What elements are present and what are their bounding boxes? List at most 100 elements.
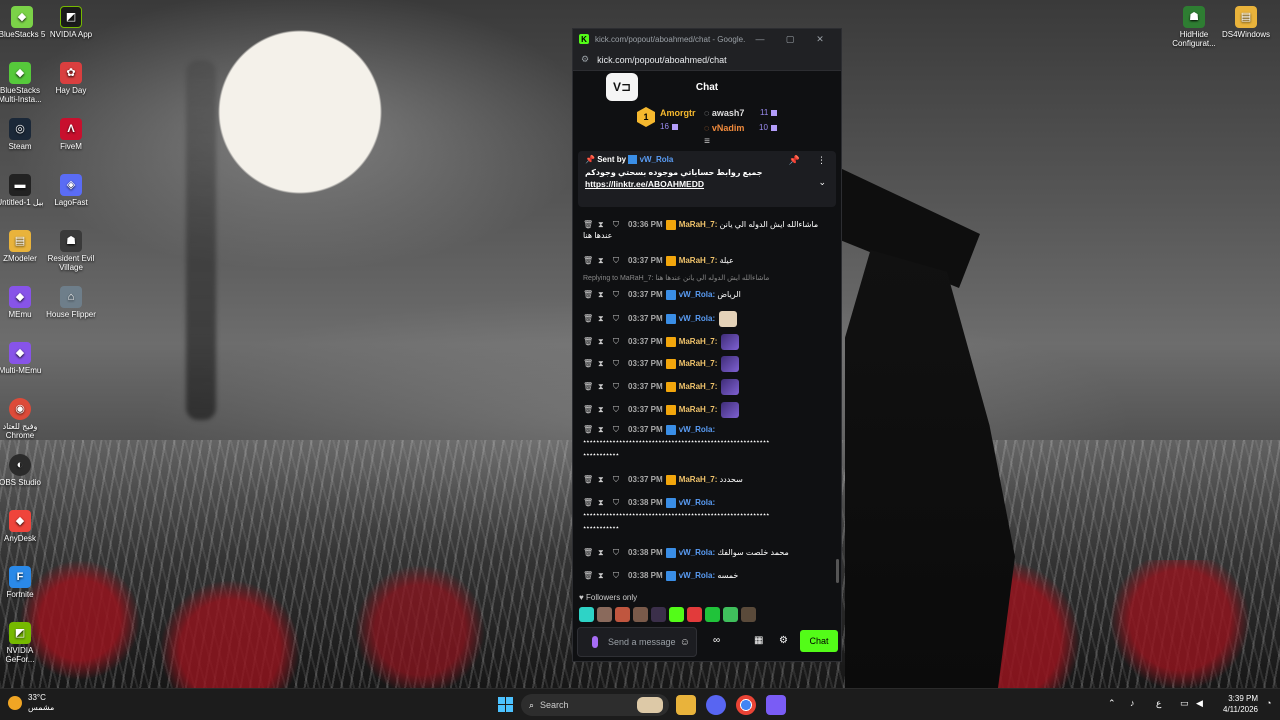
message-username[interactable]: vW_Rola <box>679 290 713 299</box>
desktop-icon-zmodeler[interactable]: ▤ ZModeler <box>0 230 48 263</box>
emote-icon[interactable] <box>651 607 666 622</box>
pin-icon[interactable]: 📌 <box>789 155 800 166</box>
desktop-icon-memu[interactable]: ◆ MEmu <box>0 286 48 319</box>
message-username[interactable]: MaRaH_7 <box>679 220 715 229</box>
discord-icon[interactable] <box>706 695 726 715</box>
ban-icon[interactable]: ⛉ <box>613 404 623 415</box>
desktop-icon-bluestacks-multi[interactable]: ◆ BlueStacks Multi-Insta... <box>0 62 48 104</box>
ban-icon[interactable]: ⛉ <box>613 313 623 324</box>
ban-icon[interactable]: ⛉ <box>613 336 623 347</box>
delete-icon[interactable]: 🗑 <box>583 289 593 300</box>
desktop-icon-fivem[interactable]: Λ FiveM <box>43 118 99 151</box>
timeout-icon[interactable]: ⧗ <box>598 424 608 435</box>
desktop-icon-lagofast[interactable]: ◈ LagoFast <box>43 174 99 207</box>
volume-icon[interactable]: ◀ <box>1196 698 1203 709</box>
timeout-icon[interactable]: ⧗ <box>598 219 608 230</box>
desktop-icon-fortnite[interactable]: F Fortnite <box>0 566 48 599</box>
minimize-button[interactable]: — <box>745 34 775 44</box>
maximize-button[interactable]: ▢ <box>775 34 805 45</box>
ban-icon[interactable]: ⛉ <box>613 424 623 435</box>
ban-icon[interactable]: ⛉ <box>613 219 623 230</box>
site-info-icon[interactable]: ⚙ <box>581 54 589 65</box>
infinity-icon[interactable]: ∞ <box>713 635 720 646</box>
emoji-picker-icon[interactable]: ☺ <box>680 637 690 648</box>
taskbar-search[interactable]: ⌕ Search <box>521 694 669 716</box>
timeout-icon[interactable]: ⧗ <box>598 381 608 392</box>
emote-icon[interactable] <box>597 607 612 622</box>
timeout-icon[interactable]: ⧗ <box>598 358 608 369</box>
emote-icon[interactable] <box>633 607 648 622</box>
ban-icon[interactable]: ⛉ <box>613 547 623 558</box>
desktop-icon-obs[interactable]: ◐ OBS Studio <box>0 454 48 487</box>
taskbar-clock[interactable]: 3:39 PM 4/11/2026 <box>1223 693 1258 715</box>
message-composer[interactable]: Send a message ☺ <box>577 627 697 657</box>
emote-icon[interactable] <box>723 607 738 622</box>
message-username[interactable]: vW_Rola <box>679 548 713 557</box>
message-username[interactable]: MaRaH_7 <box>679 405 715 414</box>
desktop-icon-ds4windows[interactable]: ▤ DS4Windows <box>1218 6 1274 39</box>
ban-icon[interactable]: ⛉ <box>613 289 623 300</box>
language-indicator[interactable]: ع <box>1156 698 1161 709</box>
purple-emote-icon[interactable] <box>721 356 740 372</box>
delete-icon[interactable]: 🗑 <box>583 219 593 230</box>
channel-logo[interactable]: V⊐ <box>606 73 638 101</box>
windows-start-icon[interactable] <box>498 697 513 712</box>
emote-icon[interactable] <box>579 607 594 622</box>
store-icon[interactable]: ▦ <box>754 635 763 646</box>
tray-overflow-icon[interactable]: ⌃ <box>1108 698 1116 709</box>
message-username[interactable]: MaRaH_7 <box>679 475 715 484</box>
delete-icon[interactable]: 🗑 <box>583 404 593 415</box>
settings-gear-icon[interactable]: ⚙ <box>779 635 788 646</box>
pinned-username[interactable]: vW_Rola <box>640 155 674 164</box>
desktop-icon-hidhide[interactable]: ☗ HidHide Configurat... <box>1166 6 1222 48</box>
message-input[interactable]: Send a message <box>608 637 680 647</box>
file-explorer-icon[interactable] <box>676 695 696 715</box>
delete-icon[interactable]: 🗑 <box>583 474 593 485</box>
chat-scrollbar[interactable] <box>836 559 839 583</box>
timeout-icon[interactable]: ⧗ <box>598 336 608 347</box>
timeout-icon[interactable]: ⧗ <box>598 255 608 266</box>
purple-emote-icon[interactable] <box>721 402 740 418</box>
network-icon[interactable]: ▭ <box>1180 698 1189 709</box>
desktop-icon-steam[interactable]: ◎ Steam <box>0 118 48 151</box>
timeout-icon[interactable]: ⧗ <box>598 547 608 558</box>
desktop-icon-multi-memu[interactable]: ◆ Multi-MEmu <box>0 342 48 375</box>
delete-icon[interactable]: 🗑 <box>583 381 593 392</box>
timeout-icon[interactable]: ⧗ <box>598 474 608 485</box>
timeout-icon[interactable]: ⧗ <box>598 289 608 300</box>
emote-icon[interactable] <box>741 607 756 622</box>
delete-icon[interactable]: 🗑 <box>583 313 593 324</box>
mic-icon[interactable] <box>592 636 598 648</box>
leaderboard-toggle-icon[interactable]: ≡ <box>573 137 841 149</box>
emote-icon[interactable] <box>705 607 720 622</box>
purple-emote-icon[interactable] <box>721 334 740 350</box>
delete-icon[interactable]: 🗑 <box>583 336 593 347</box>
desktop-icon-chrome[interactable]: ◉ وفيج للعتاد Chrome <box>0 398 48 440</box>
leader-first-name[interactable]: Amorgtr <box>660 108 696 118</box>
emote-icon[interactable] <box>687 607 702 622</box>
timeout-icon[interactable]: ⧗ <box>598 570 608 581</box>
game-controller-icon[interactable] <box>766 695 786 715</box>
ban-icon[interactable]: ⛉ <box>613 497 623 508</box>
timeout-icon[interactable]: ⧗ <box>598 497 608 508</box>
delete-icon[interactable]: 🗑 <box>583 424 593 435</box>
delete-icon[interactable]: 🗑 <box>583 497 593 508</box>
pinned-link[interactable]: https://linktr.ee/ABOAHMEDD <box>585 179 829 189</box>
message-username[interactable]: vW_Rola <box>679 314 713 323</box>
message-username[interactable]: MaRaH_7 <box>679 256 715 265</box>
desktop-icon-house-flipper[interactable]: ⌂ House Flipper <box>43 286 99 319</box>
desktop-icon-nvidia-app[interactable]: ◩ NVIDIA App <box>43 6 99 39</box>
delete-icon[interactable]: 🗑 <box>583 255 593 266</box>
desktop-icon-resident-evil[interactable]: ☗ Resident Evil Village <box>43 230 99 272</box>
desktop-icon-hay-day[interactable]: ✿ Hay Day <box>43 62 99 95</box>
desktop-icon-anydesk[interactable]: ◆ AnyDesk <box>0 510 48 543</box>
desktop-icon-untitled[interactable]: ▬ Untitled-1 بيل <box>0 174 48 207</box>
ban-icon[interactable]: ⛉ <box>613 381 623 392</box>
message-username[interactable]: MaRaH_7 <box>679 337 715 346</box>
collapse-chevron-icon[interactable]: ⌄ <box>818 177 826 188</box>
chrome-taskbar-icon[interactable] <box>736 695 756 715</box>
timeout-icon[interactable]: ⧗ <box>598 313 608 324</box>
weather-widget[interactable]: 33°C مشمس <box>8 693 54 713</box>
delete-icon[interactable]: 🗑 <box>583 358 593 369</box>
close-button[interactable]: ✕ <box>805 34 835 45</box>
